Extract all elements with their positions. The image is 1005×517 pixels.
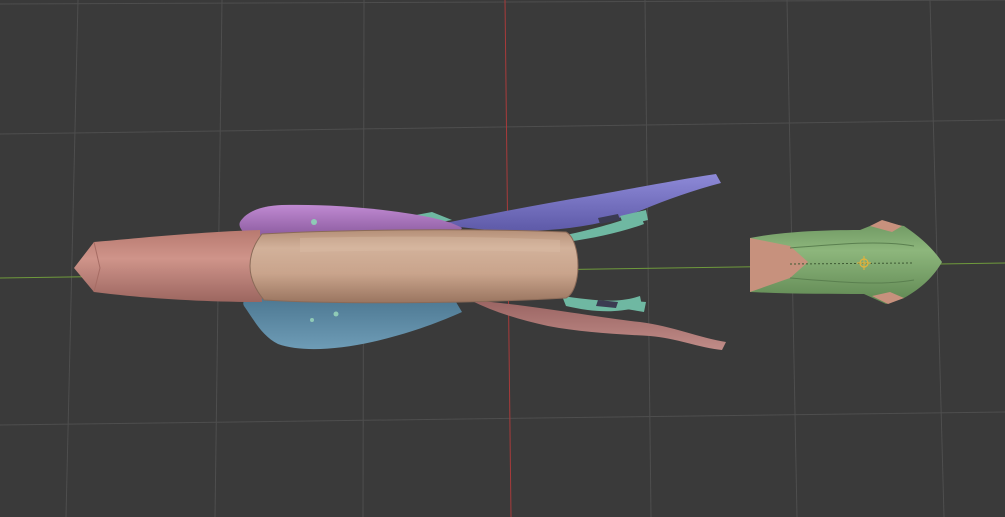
main-body-highlight xyxy=(300,236,560,252)
lower-wing-rivet-2 xyxy=(310,318,314,322)
lower-left-wing[interactable] xyxy=(243,298,462,350)
detached-green-part[interactable] xyxy=(750,220,942,304)
lower-wing-rivet-1 xyxy=(333,311,339,317)
upper-wing-rivet xyxy=(311,219,317,225)
viewport-canvas[interactable] xyxy=(0,0,1005,517)
nose-cone[interactable] xyxy=(74,230,262,302)
upper-right-fin[interactable] xyxy=(440,174,721,231)
3d-viewport[interactable] xyxy=(0,0,1005,517)
